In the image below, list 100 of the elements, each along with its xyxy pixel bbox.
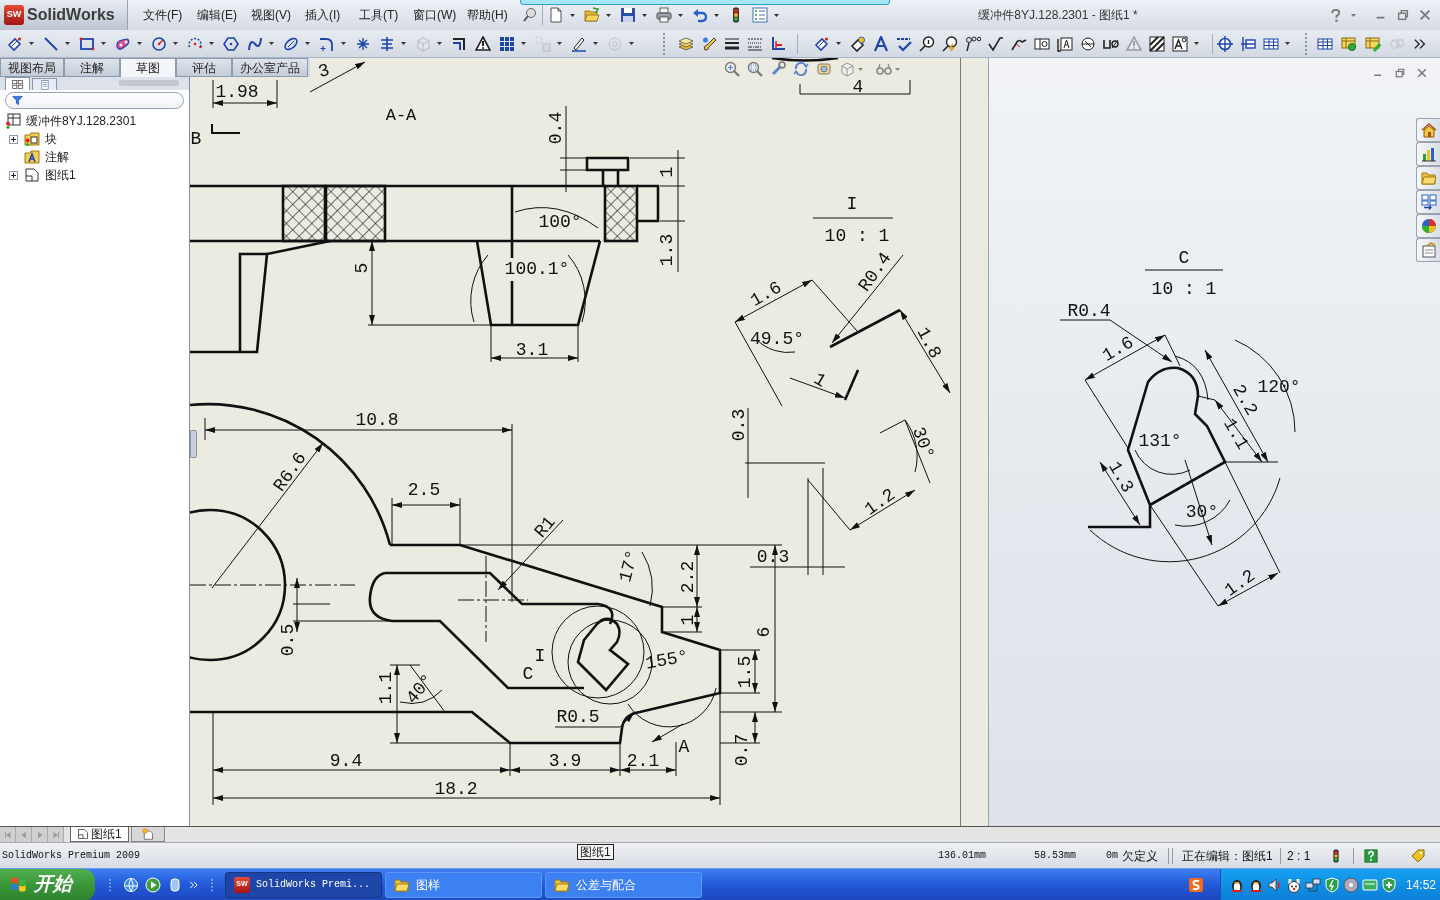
caret-icon[interactable]: [209, 42, 214, 45]
sheet-tab[interactable]: 图纸1: [70, 827, 129, 842]
table-dot-icon[interactable]: [1341, 35, 1357, 52]
caret-icon[interactable]: [629, 42, 634, 45]
task-pane-tab[interactable]: [1416, 238, 1440, 262]
caret-icon[interactable]: [101, 42, 106, 45]
caret-icon[interactable]: [137, 42, 142, 45]
line-weight-icon[interactable]: [724, 35, 740, 52]
plus-box-icon[interactable]: [9, 134, 18, 144]
letter-a-icon[interactable]: [873, 35, 889, 52]
crossbars-icon[interactable]: [379, 35, 395, 52]
line-style-icon[interactable]: [747, 35, 763, 52]
add-sheet-tab[interactable]: [130, 827, 165, 842]
caret-icon[interactable]: [305, 42, 310, 45]
rounded-corner-icon[interactable]: [319, 35, 335, 52]
shield-plus-icon[interactable]: [1381, 876, 1397, 893]
caret-icon[interactable]: [593, 42, 598, 45]
tag-icon[interactable]: [1410, 847, 1426, 864]
centerline-icon[interactable]: [1240, 35, 1256, 52]
restore-icon[interactable]: [1394, 67, 1406, 79]
caret-icon[interactable]: [642, 13, 647, 17]
menu-item[interactable]: 编辑(E): [190, 4, 244, 26]
restore-icon[interactable]: [1396, 8, 1410, 22]
undo-icon[interactable]: [692, 7, 708, 23]
menu-item[interactable]: 视图(V): [244, 4, 298, 26]
command-tab[interactable]: 评估: [176, 58, 232, 77]
caret-icon[interactable]: [65, 42, 70, 45]
chevron-icon[interactable]: [189, 879, 199, 890]
zoom-icon[interactable]: [724, 61, 740, 77]
diamond-tag-icon[interactable]: [814, 35, 830, 52]
line-icon[interactable]: [43, 35, 59, 52]
curve-tile-icon[interactable]: [1188, 876, 1204, 893]
save-icon[interactable]: [620, 7, 636, 23]
tree-item[interactable]: 注解: [45, 148, 69, 166]
warning-icon[interactable]: [475, 35, 491, 52]
printer-icon[interactable]: [656, 7, 672, 23]
balloon-icon[interactable]: [919, 35, 935, 52]
document-icon[interactable]: [548, 7, 564, 23]
hatch-icon[interactable]: [1149, 35, 1165, 52]
table-icon[interactable]: [1263, 35, 1279, 52]
help-icon[interactable]: [1328, 7, 1343, 23]
panel-handle[interactable]: [119, 80, 179, 86]
filter-field[interactable]: [5, 92, 184, 109]
menu-item[interactable]: 文件(F): [136, 4, 190, 26]
caret-icon[interactable]: [678, 13, 683, 17]
caret-icon[interactable]: [606, 13, 611, 17]
blob-icon[interactable]: [115, 35, 131, 52]
menu-item[interactable]: 帮助(H): [460, 4, 514, 26]
ellipse-icon[interactable]: [283, 35, 299, 52]
caret-icon[interactable]: [836, 42, 841, 45]
start-button[interactable]: 开始: [0, 868, 95, 900]
taskbar-button[interactable]: 图样: [385, 871, 542, 898]
caret-icon[interactable]: [570, 13, 575, 17]
task-pane-tab[interactable]: [1416, 118, 1440, 142]
caret-icon[interactable]: [29, 42, 34, 45]
table-pen-icon[interactable]: [1365, 35, 1381, 52]
disc-icon[interactable]: [1343, 876, 1359, 893]
rectangle-icon[interactable]: [79, 35, 95, 52]
tree-item[interactable]: 块: [45, 130, 57, 148]
property-tab[interactable]: [32, 78, 57, 90]
framed-letter-icon[interactable]: [1057, 35, 1073, 52]
caret-icon[interactable]: [1285, 42, 1290, 45]
help-icon[interactable]: [1364, 848, 1378, 863]
menu-item[interactable]: 工具(T): [352, 4, 406, 26]
framed-letter-icon[interactable]: [1172, 35, 1188, 52]
layers-icon[interactable]: [678, 35, 694, 52]
checklist-icon[interactable]: [752, 7, 768, 23]
shield-icon[interactable]: [1324, 876, 1340, 893]
spell-check-icon[interactable]: [896, 35, 912, 52]
diamond-tag-star-icon[interactable]: [850, 35, 866, 52]
balloon-bolt-icon[interactable]: [942, 35, 958, 52]
plus-box-icon[interactable]: [9, 170, 18, 180]
rotate-icon[interactable]: [793, 61, 809, 77]
magnifier-icon[interactable]: [522, 7, 538, 23]
diamond-tag-icon[interactable]: [7, 35, 23, 52]
close-icon[interactable]: [1418, 8, 1432, 22]
surface-finish-icon[interactable]: [988, 35, 1004, 52]
taskbar-button[interactable]: 公差与配合: [545, 871, 702, 898]
tree-item[interactable]: 图纸1: [45, 166, 76, 184]
splitter-handle[interactable]: [190, 430, 197, 458]
command-tab[interactable]: 草图: [120, 58, 176, 77]
circle-icon[interactable]: [151, 35, 167, 52]
camera-icon[interactable]: [816, 61, 832, 77]
caret-icon[interactable]: [774, 13, 779, 17]
task-pane-tab[interactable]: [1416, 190, 1440, 214]
task-pane-tab[interactable]: [1416, 142, 1440, 166]
circle-slash-icon[interactable]: [1080, 35, 1096, 52]
menu-item[interactable]: 窗口(W): [406, 4, 460, 26]
caret-icon[interactable]: [173, 42, 178, 45]
caret-icon[interactable]: [269, 42, 274, 45]
play-icon[interactable]: [145, 876, 161, 893]
crosshair-icon[interactable]: [1217, 35, 1233, 52]
command-tab[interactable]: 办公室产品: [232, 58, 308, 77]
globe-icon[interactable]: [123, 876, 139, 893]
caret-icon[interactable]: [341, 42, 346, 45]
key-icon[interactable]: [770, 61, 786, 77]
leader-icon[interactable]: [965, 35, 981, 52]
tree-item[interactable]: 缓冲件8YJ.128.2301: [26, 112, 137, 130]
spline-icon[interactable]: [247, 35, 263, 52]
zoom-area-icon[interactable]: [747, 61, 763, 77]
